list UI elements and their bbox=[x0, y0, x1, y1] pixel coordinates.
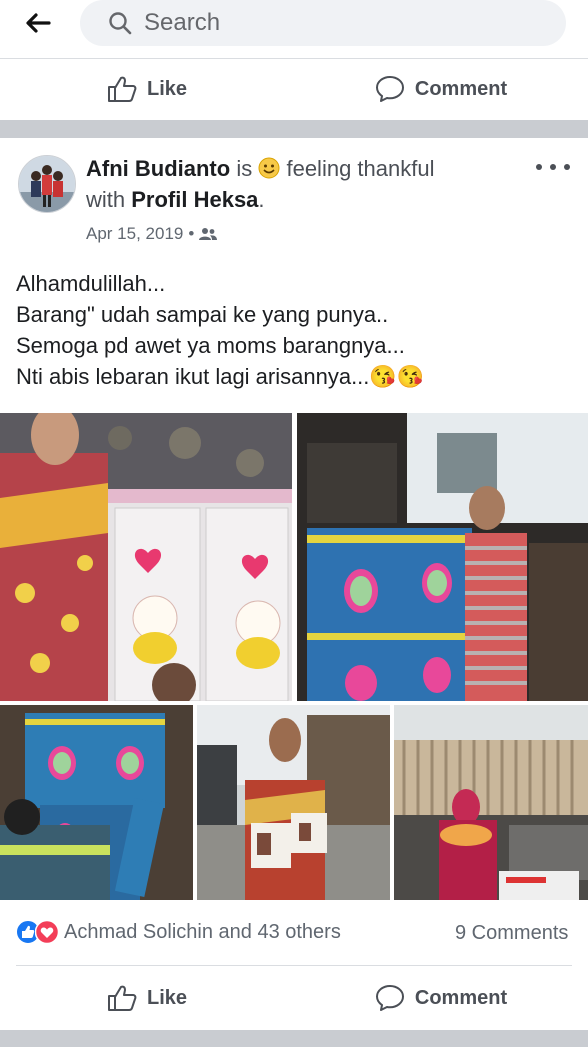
post-header-line1: Afni Budianto is feeling thankful bbox=[86, 156, 434, 182]
more-dots-icon bbox=[536, 164, 542, 170]
more-options-button[interactable] bbox=[536, 157, 570, 177]
feeling-text: feeling thankful bbox=[286, 156, 435, 181]
thumbs-up-icon bbox=[107, 76, 137, 102]
comment-button[interactable]: Comment bbox=[294, 58, 588, 120]
photo-1-pink-cabinet[interactable] bbox=[0, 413, 292, 701]
header-period: . bbox=[258, 187, 265, 212]
reactions-text: Achmad Solichin and 43 others bbox=[64, 920, 341, 943]
post-meta: Apr 15, 2019 • bbox=[86, 224, 218, 244]
back-arrow-icon bbox=[26, 13, 51, 33]
love-reaction-icon bbox=[35, 920, 59, 944]
reactions-summary[interactable]: Achmad Solichin and 43 others bbox=[16, 920, 341, 944]
tagged-name[interactable]: Profil Heksa bbox=[131, 187, 258, 212]
search-input[interactable]: Search bbox=[80, 0, 566, 46]
comment-label: Comment bbox=[414, 77, 508, 100]
post-date[interactable]: Apr 15, 2019 bbox=[86, 224, 183, 244]
feed-separator bbox=[0, 120, 588, 138]
comment-label: Comment bbox=[414, 986, 508, 1009]
back-button[interactable] bbox=[18, 8, 58, 38]
thumbs-up-icon bbox=[107, 985, 137, 1011]
avatar-photo bbox=[19, 156, 75, 212]
like-label: Like bbox=[146, 986, 188, 1009]
comments-count[interactable]: 9 Comments bbox=[455, 922, 568, 945]
like-button[interactable]: Like bbox=[0, 58, 294, 120]
photo-3-blue-cabinet-courier[interactable] bbox=[0, 705, 193, 900]
post-header-line2: with Profil Heksa. bbox=[86, 187, 265, 213]
post-text: Alhamdulillah... Barang" udah sampai ke … bbox=[16, 271, 425, 389]
like-label: Like bbox=[146, 77, 188, 100]
like-button[interactable]: Like bbox=[0, 967, 294, 1029]
smiling-face-icon bbox=[258, 157, 280, 179]
meta-dot: • bbox=[188, 224, 195, 243]
photo-2-blue-cabinet[interactable] bbox=[297, 413, 588, 701]
previous-post-action-bar: Like Comment bbox=[0, 58, 588, 120]
is-word: is bbox=[236, 156, 253, 181]
photo-5-woman-plates[interactable] bbox=[394, 705, 588, 900]
comment-bubble-icon bbox=[375, 76, 404, 102]
post-action-bar: Like Comment bbox=[0, 967, 588, 1029]
author-avatar[interactable] bbox=[18, 155, 76, 213]
comment-bubble-icon bbox=[375, 985, 404, 1011]
search-icon bbox=[109, 12, 132, 35]
friends-icon bbox=[199, 228, 218, 240]
author-name[interactable]: Afni Budianto bbox=[86, 156, 230, 181]
feed-separator bbox=[0, 1030, 588, 1047]
divider bbox=[16, 965, 572, 966]
comment-button[interactable]: Comment bbox=[294, 967, 588, 1029]
photo-4-woman-boxes[interactable] bbox=[197, 705, 390, 900]
with-word: with bbox=[86, 187, 126, 212]
search-placeholder: Search bbox=[144, 9, 221, 36]
